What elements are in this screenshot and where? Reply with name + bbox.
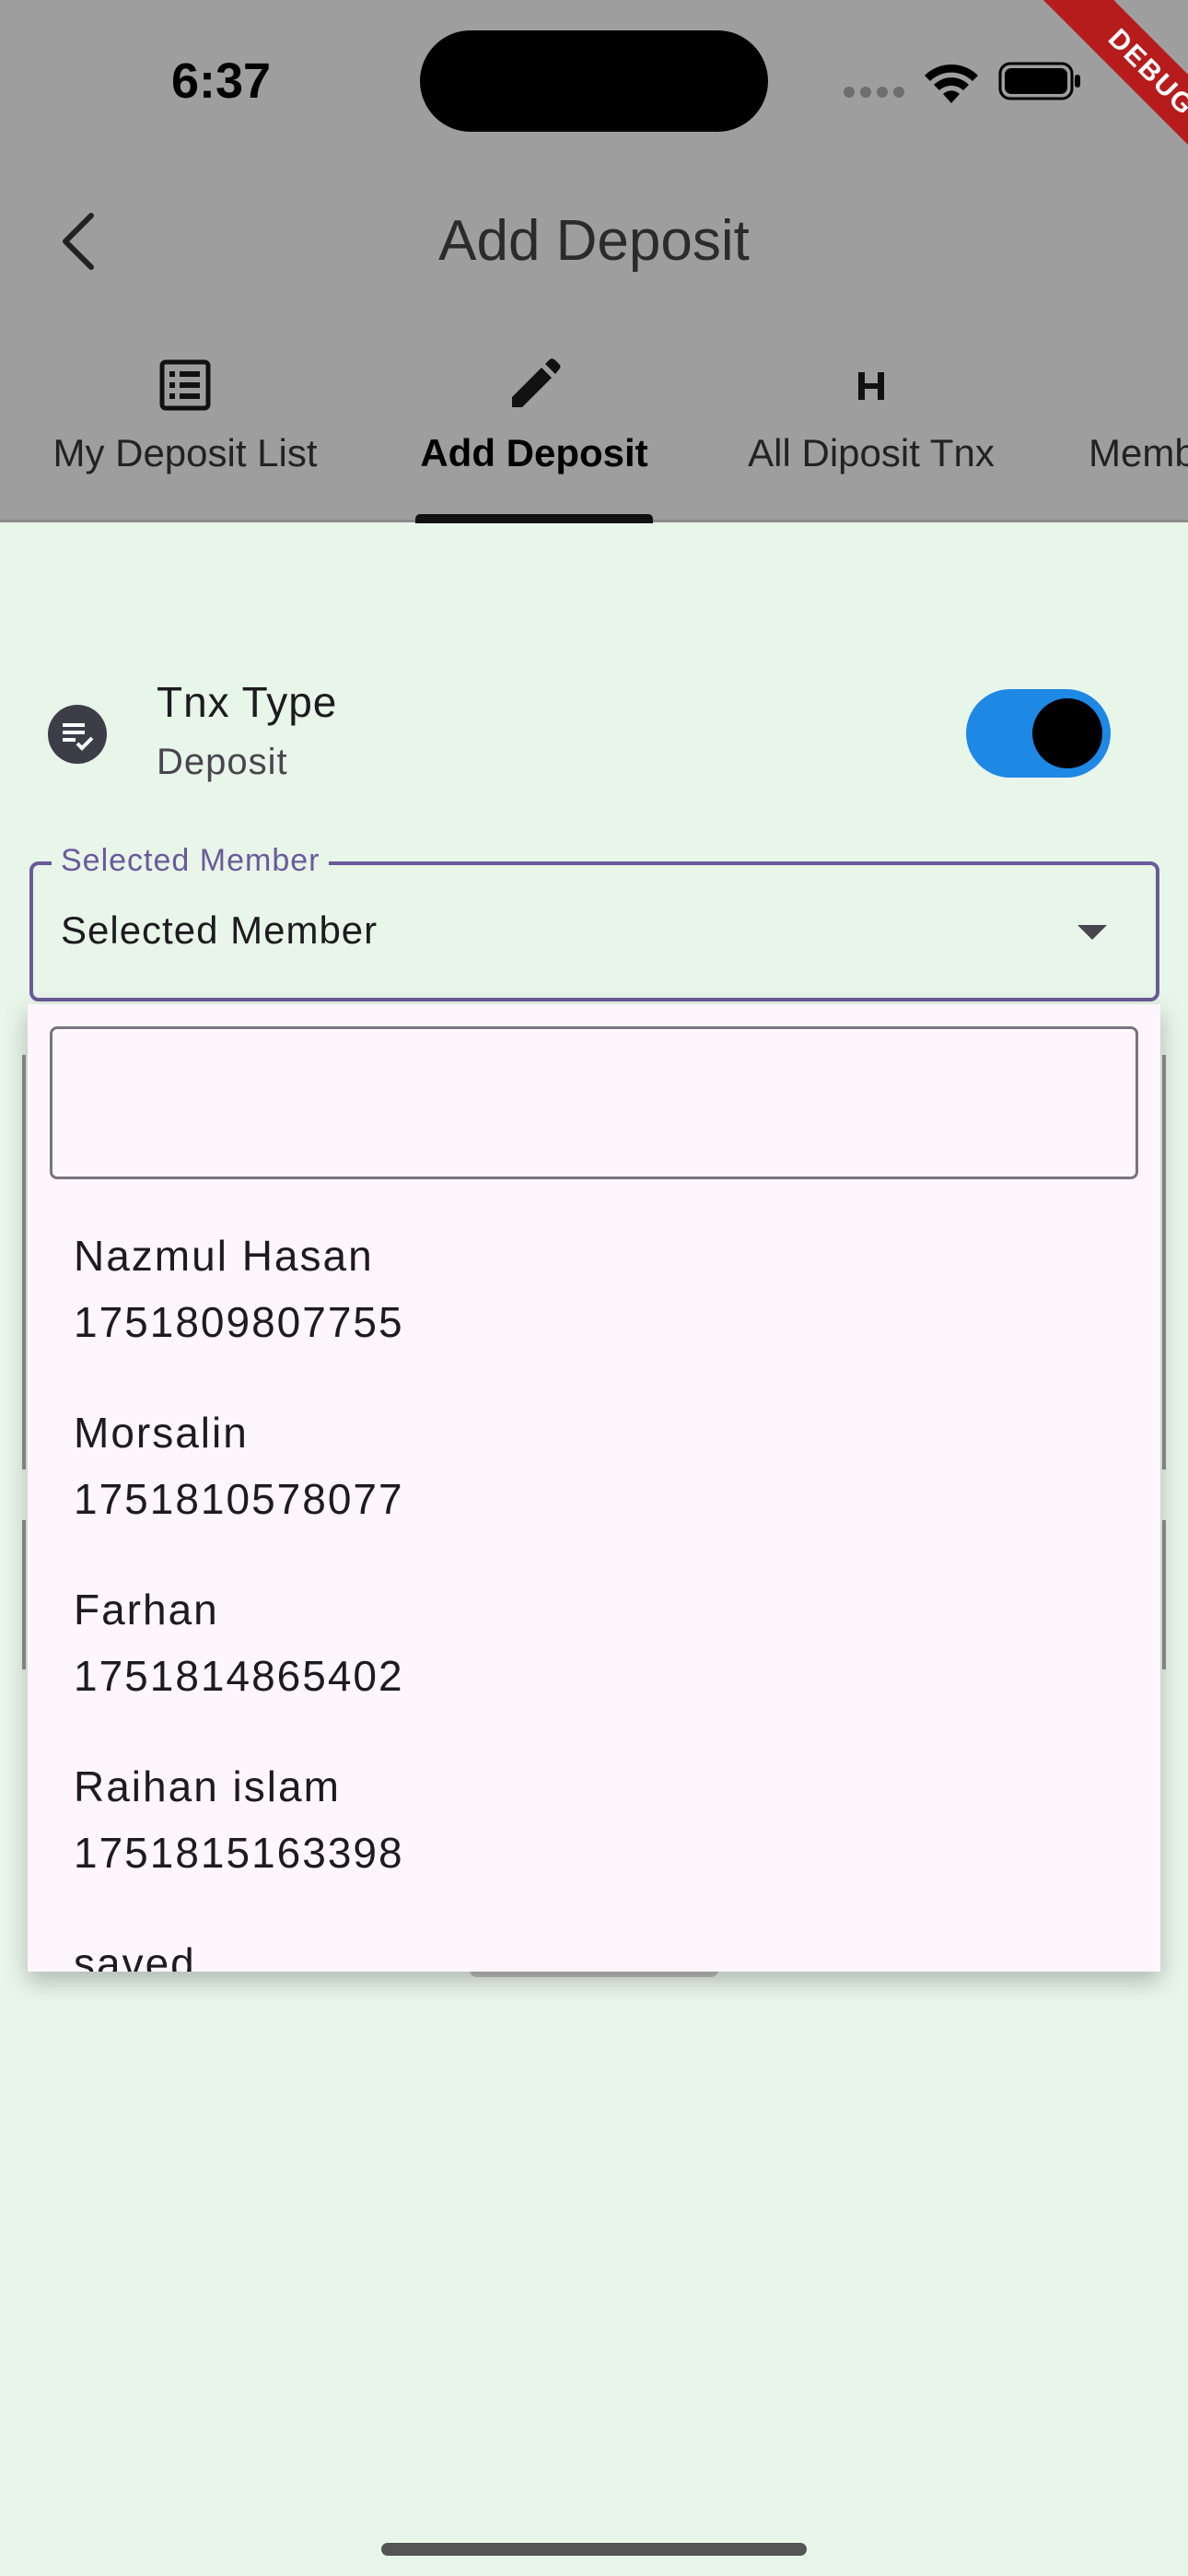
dropdown-arrow-icon [1077,925,1107,940]
member-option[interactable]: Farhan 1751814865402 [28,1585,1160,1762]
cellular-signal-icon [844,87,904,98]
letter-h-icon [858,372,884,400]
member-name: Farhan [74,1586,219,1633]
member-name: Nazmul Hasan [74,1232,374,1280]
status-time: 6:37 [170,53,272,109]
chevron-left-icon [63,213,94,270]
pencil-icon [512,358,561,407]
hidden-field-edge [1162,1055,1166,1469]
tab-label: Add Deposit [420,431,648,474]
hidden-field-edge [1162,1520,1166,1669]
member-dropdown-popup: Nazmul Hasan 1751809807755 Morsalin 1751… [28,1004,1160,1972]
member-option[interactable]: Morsalin 1751810578077 [28,1408,1160,1585]
member-name: Morsalin [74,1409,249,1457]
active-tab-indicator [415,514,653,523]
toggle-thumb [1032,698,1102,768]
member-name: saved [74,1939,196,1972]
tnx-type-toggle[interactable] [966,689,1111,778]
hidden-field-edge [22,1520,26,1669]
tnx-type-icon-wrap [48,705,107,764]
selected-member-label: Selected Member [52,843,330,879]
member-search-input[interactable] [50,1026,1138,1179]
member-name: Raihan islam [74,1762,341,1810]
playlist-check-icon [63,723,94,751]
back-button[interactable] [46,205,111,278]
tab-all-diposit-tnx[interactable]: All Diposit Tnx [728,357,1015,521]
tnx-type-title: Tnx Type [157,678,338,726]
member-phone: 1751809807755 [74,1298,404,1346]
tab-label: My Deposit List [52,431,318,474]
tab-members[interactable]: Memb [1089,357,1188,521]
member-option[interactable]: Nazmul Hasan 1751809807755 [28,1231,1160,1408]
debug-ribbon-label: DEBUG [1029,0,1188,195]
debug-banner: DEBUG [967,0,1188,221]
dynamic-island [420,30,768,132]
member-phone: 1751815163398 [74,1829,404,1877]
page-title: Add Deposit [438,209,750,273]
list-icon [159,359,211,411]
tab-label: All Diposit Tnx [748,431,995,474]
home-indicator[interactable] [381,2543,807,2556]
member-option[interactable]: Raihan islam 1751815163398 [28,1762,1160,1938]
tab-add-deposit[interactable]: Add Deposit [405,357,663,521]
tab-label: Memb [1089,431,1188,474]
member-phone: 1751814865402 [74,1652,404,1700]
tab-my-deposit-list[interactable]: My Deposit List [37,357,333,521]
hidden-field-edge [22,1055,26,1469]
member-phone: 1751810578077 [74,1475,404,1523]
tnx-type-subtitle: Deposit [157,742,288,782]
member-option[interactable]: saved [28,1938,1160,1972]
selected-member-value: Selected Member [61,908,379,952]
